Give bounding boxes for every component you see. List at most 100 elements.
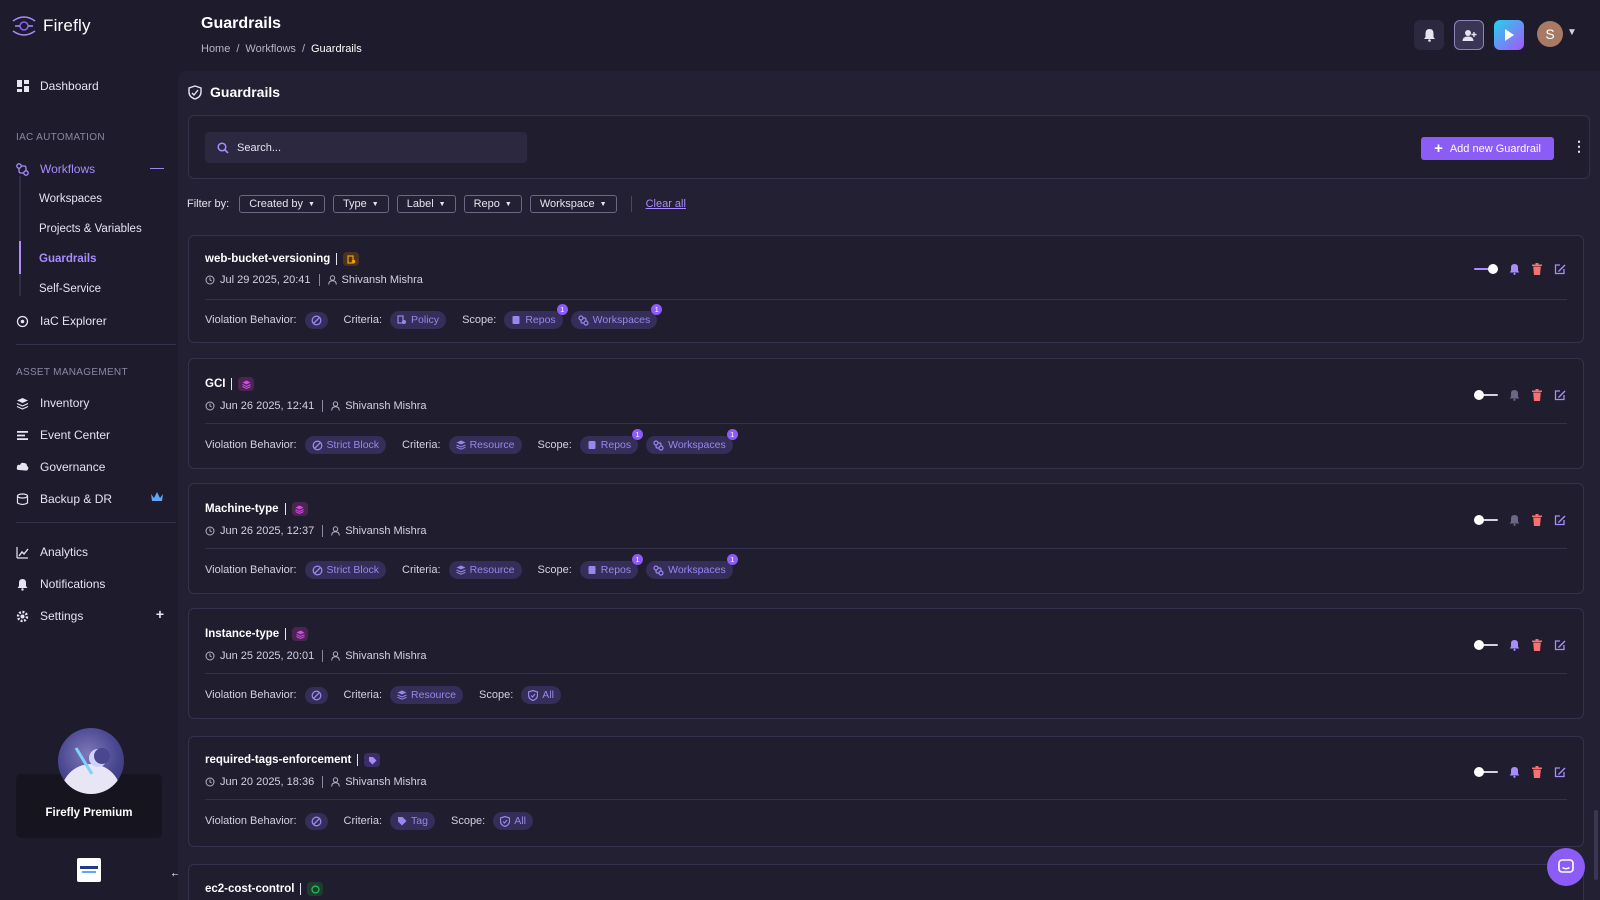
user-icon <box>327 275 337 285</box>
organization-logo[interactable] <box>77 858 101 882</box>
filter-repo[interactable]: Repo ▼ <box>463 195 522 213</box>
sidebar-item-workflows[interactable]: Workflows — <box>16 159 164 176</box>
notifications-bell-button[interactable] <box>1414 20 1444 50</box>
breadcrumb-current: Guardrails <box>311 43 362 55</box>
guardrail-date: Jun 25 2025, 20:01 <box>220 650 315 662</box>
chat-icon <box>1558 859 1574 875</box>
sidebar-item-event-center[interactable]: Event Center <box>16 428 164 442</box>
user-menu-chevron-icon[interactable]: ▼ <box>1567 27 1577 38</box>
sidebar-item-governance[interactable]: Governance <box>16 460 164 474</box>
guardrail-card[interactable]: web-bucket-versioning Jul 29 2025, 20:41… <box>188 235 1584 343</box>
support-chat-button[interactable] <box>1547 848 1585 886</box>
add-new-guardrail-button[interactable]: + Add new Guardrail <box>1421 137 1554 160</box>
sidebar-item-notifications[interactable]: Notifications <box>16 577 164 591</box>
violation-label: Violation Behavior: <box>205 439 297 451</box>
enable-toggle[interactable] <box>1474 640 1498 650</box>
firefly-logo[interactable]: Firefly <box>11 15 91 37</box>
search-box[interactable] <box>205 132 527 163</box>
violation-behavior-pill: Strict Block <box>304 561 387 579</box>
enable-toggle[interactable] <box>1474 390 1498 400</box>
card-divider <box>205 673 1567 674</box>
sidebar-item-label: Analytics <box>40 545 89 559</box>
user-icon <box>331 526 341 536</box>
section-label-asset: ASSET MANAGEMENT <box>16 367 128 378</box>
delete-trash-icon[interactable] <box>1530 388 1544 402</box>
premium-moon-avatar <box>58 728 124 794</box>
card-actions <box>1474 513 1567 527</box>
violation-behavior-pill <box>304 686 328 704</box>
scope-count-badge: 1 <box>726 554 738 565</box>
sidebar-item-backup-dr[interactable]: Backup & DR <box>16 492 164 506</box>
sidebar-item-inventory[interactable]: Inventory <box>16 396 164 410</box>
guardrail-author: Shivansh Mishra <box>345 776 427 788</box>
delete-trash-icon[interactable] <box>1530 513 1544 527</box>
breadcrumb-home[interactable]: Home <box>201 43 230 55</box>
violation-label: Violation Behavior: <box>205 815 297 827</box>
page-scrollbar[interactable] <box>1594 810 1598 880</box>
search-input[interactable] <box>237 141 517 154</box>
filter-type[interactable]: Type ▼ <box>332 195 389 213</box>
sidebar-item-dashboard[interactable]: Dashboard <box>16 79 164 93</box>
user-avatar[interactable]: S <box>1537 21 1563 47</box>
analytics-icon <box>16 546 29 559</box>
edit-icon[interactable] <box>1553 638 1567 652</box>
delete-trash-icon[interactable] <box>1530 262 1544 276</box>
policy-type-badge-icon <box>343 252 360 266</box>
sidebar-item-settings[interactable]: Settings + <box>16 606 164 623</box>
crown-icon <box>150 491 164 502</box>
event-center-icon <box>16 429 29 442</box>
guardrail-meta: Jun 20 2025, 18:36 Shivansh Mishra <box>205 776 427 788</box>
play-tour-button[interactable] <box>1494 20 1524 50</box>
invite-user-button[interactable] <box>1454 20 1484 50</box>
guardrail-author: Shivansh Mishra <box>341 274 423 286</box>
resource-icon <box>455 440 466 450</box>
guardrail-card[interactable]: ec2-cost-control <box>188 864 1584 900</box>
guardrail-title: GCI <box>205 377 255 391</box>
enable-toggle[interactable] <box>1474 767 1498 777</box>
sidebar-subitem-workspaces[interactable]: Workspaces <box>39 193 102 205</box>
filter-label-dropdown[interactable]: Label ▼ <box>396 195 456 213</box>
notification-bell-icon[interactable] <box>1507 388 1521 402</box>
collapse-minus-icon[interactable]: — <box>150 159 164 175</box>
title-separator <box>357 754 359 766</box>
more-options-kebab-icon[interactable]: ⋮ <box>1572 138 1586 155</box>
meta-separator <box>322 650 324 662</box>
guardrail-card[interactable]: Machine-type Jun 26 2025, 12:37 Shivansh… <box>188 483 1584 594</box>
sidebar-item-analytics[interactable]: Analytics <box>16 545 164 559</box>
edit-icon[interactable] <box>1553 513 1567 527</box>
guardrail-name: GCI <box>205 378 226 390</box>
notification-bell-icon[interactable] <box>1507 513 1521 527</box>
edit-icon[interactable] <box>1553 262 1567 276</box>
delete-trash-icon[interactable] <box>1530 765 1544 779</box>
sidebar-subitem-projects-variables[interactable]: Projects & Variables <box>39 223 142 235</box>
violation-behavior-pill: Strict Block <box>304 436 387 454</box>
scope-text: Workspaces <box>668 564 726 576</box>
edit-icon[interactable] <box>1553 765 1567 779</box>
resource-type-badge-icon <box>238 377 255 391</box>
expand-plus-icon[interactable]: + <box>156 606 164 622</box>
breadcrumb: Home / Workflows / Guardrails <box>201 43 362 55</box>
enable-toggle[interactable] <box>1474 515 1498 525</box>
sidebar-item-iac-explorer[interactable]: IaC Explorer <box>16 314 164 328</box>
guardrail-date: Jun 20 2025, 18:36 <box>220 776 315 788</box>
clock-icon <box>205 275 215 285</box>
filter-created-by[interactable]: Created by ▼ <box>239 195 325 213</box>
sidebar-subitem-self-service[interactable]: Self-Service <box>39 283 101 295</box>
guardrail-card[interactable]: GCI Jun 26 2025, 12:41 Shivansh Mishra V… <box>188 358 1584 469</box>
clear-all-link[interactable]: Clear all <box>646 198 686 210</box>
guardrail-card[interactable]: Instance-type Jun 25 2025, 20:01 Shivans… <box>188 608 1584 719</box>
edit-icon[interactable] <box>1553 388 1567 402</box>
violation-label: Violation Behavior: <box>205 314 297 326</box>
breadcrumb-workflows[interactable]: Workflows <box>245 43 296 55</box>
resource-icon <box>455 565 466 575</box>
notification-bell-icon[interactable] <box>1507 262 1521 276</box>
shield-icon <box>188 84 202 100</box>
notification-bell-icon[interactable] <box>1507 638 1521 652</box>
filter-workspace[interactable]: Workspace ▼ <box>529 195 617 213</box>
delete-trash-icon[interactable] <box>1530 638 1544 652</box>
notification-bell-icon[interactable] <box>1507 765 1521 779</box>
criteria-text: Tag <box>411 815 428 827</box>
guardrail-card[interactable]: required-tags-enforcement Jun 20 2025, 1… <box>188 736 1584 847</box>
sidebar-subitem-guardrails[interactable]: Guardrails <box>39 253 97 265</box>
enable-toggle[interactable] <box>1474 264 1498 274</box>
